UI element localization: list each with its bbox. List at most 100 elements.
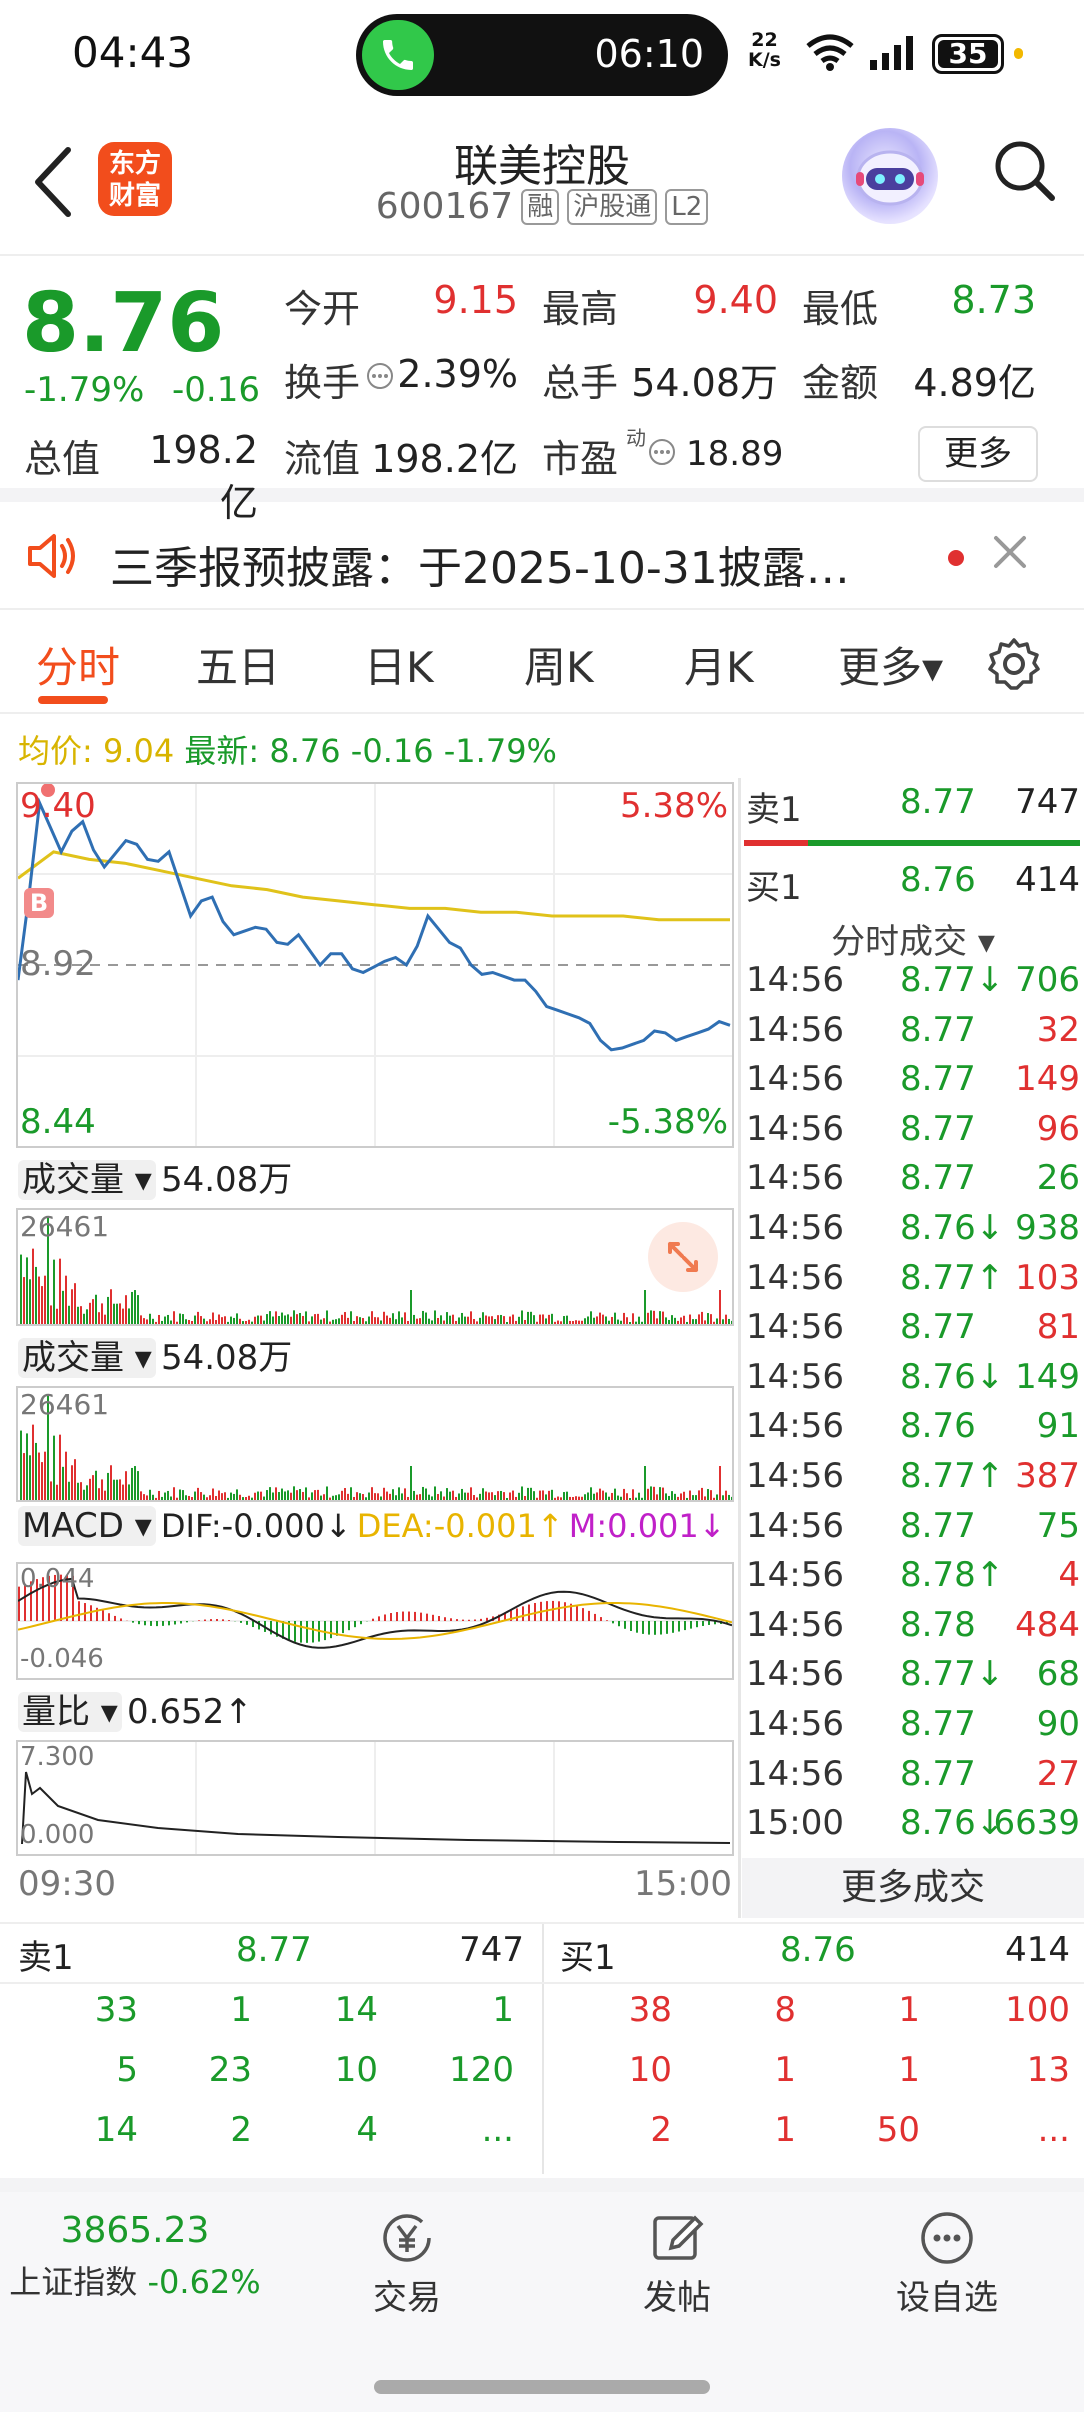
volume-bar xyxy=(431,1496,433,1500)
more-trades-button[interactable]: 更多成交 xyxy=(742,1858,1084,1918)
volume-bar xyxy=(440,1315,442,1324)
more-quote-button[interactable]: 更多 xyxy=(918,426,1038,482)
net-speed-unit: K/s xyxy=(748,49,781,71)
volume-chart[interactable]: 26461 xyxy=(16,1208,734,1326)
macd-histogram-bar xyxy=(204,1619,206,1621)
price-chart[interactable]: 9.40 8.92 8.44 5.38% -5.38% B xyxy=(16,782,734,1148)
ratio-indicator-select[interactable]: 量比 ▾ xyxy=(18,1692,122,1732)
trade-button[interactable]: 交易 xyxy=(352,2210,462,2319)
tick-volume: 32 xyxy=(1036,1009,1080,1050)
volume-bar xyxy=(395,1495,397,1500)
macd-histogram-bar xyxy=(636,1621,638,1633)
volume-bar xyxy=(128,1308,130,1324)
queue-order-cell: 1 xyxy=(492,1990,514,2030)
float-cap-label: 流值 xyxy=(284,437,361,481)
ai-assistant-avatar[interactable] xyxy=(842,128,938,224)
volume-bar xyxy=(167,1314,169,1324)
volume-bar xyxy=(134,1290,136,1324)
ob-bid-label: 买1 xyxy=(560,1938,616,1978)
volume-bar xyxy=(485,1491,487,1500)
tab-five-day[interactable]: 五日 xyxy=(196,634,280,695)
volume-bar xyxy=(590,1311,592,1324)
post-button[interactable]: 发帖 xyxy=(622,2210,732,2319)
bid1-row: 买1 8.76 414 xyxy=(742,860,1084,910)
macd-indicator-select[interactable]: MACD ▾ xyxy=(18,1506,156,1546)
more-dots-icon xyxy=(921,2212,973,2264)
volume-bar xyxy=(458,1317,460,1324)
tick-list-header[interactable]: 分时成交 ▾ xyxy=(742,914,1084,963)
ongoing-call-pill[interactable]: 06:10 xyxy=(356,14,728,96)
volume-bar xyxy=(581,1320,583,1324)
volume-bar xyxy=(626,1493,628,1500)
volume-bar xyxy=(347,1317,349,1324)
volume-bar xyxy=(80,1482,82,1500)
volume-bar xyxy=(488,1316,490,1324)
volume-bar xyxy=(107,1296,109,1324)
macd-histogram-bar xyxy=(156,1621,158,1627)
tick-volume: 387 xyxy=(1015,1456,1080,1496)
tick-volume: 91 xyxy=(1036,1406,1080,1447)
volume-bar xyxy=(374,1317,376,1324)
margin-tag: 融 xyxy=(521,188,560,225)
volume-bar xyxy=(491,1316,493,1324)
volume-bar xyxy=(263,1320,265,1324)
buy-marker[interactable]: B xyxy=(24,888,54,918)
macd-chart[interactable]: 0.044 -0.046 xyxy=(16,1562,734,1680)
tab-intraday[interactable]: 分时 xyxy=(36,634,120,695)
pe-info-icon[interactable] xyxy=(648,438,676,466)
volume-bar xyxy=(230,1316,232,1324)
index-widget[interactable]: 3865.23 上证指数 -0.62% xyxy=(0,2210,270,2303)
tick-row: 14:56 8.76 91 xyxy=(742,1406,1084,1456)
queue-order-cell: 1 xyxy=(230,1990,252,2030)
search-icon[interactable] xyxy=(990,136,1060,206)
settings-gear-icon[interactable] xyxy=(986,636,1042,692)
expand-icon[interactable] xyxy=(648,1222,718,1292)
volume-bar xyxy=(89,1302,91,1324)
volume-bar xyxy=(677,1496,679,1500)
macd-histogram-bar xyxy=(690,1621,692,1629)
network-speed: 22 K/s xyxy=(748,30,781,70)
volume-bar xyxy=(500,1490,502,1500)
index-row: 上证指数 -0.62% xyxy=(0,2257,270,2303)
macd-histogram-bar xyxy=(408,1611,410,1621)
volume-bar xyxy=(530,1311,532,1324)
tick-time: 14:56 xyxy=(746,1505,844,1546)
volume-bar xyxy=(173,1311,175,1324)
volume-bar xyxy=(65,1275,67,1324)
tab-weekly-k[interactable]: 周K xyxy=(524,634,594,695)
queue-order-cell: 38 xyxy=(628,1990,672,2030)
volume2-indicator-select[interactable]: 成交量 ▾ xyxy=(18,1338,156,1378)
tab-daily-k[interactable]: 日K xyxy=(364,634,434,695)
add-watchlist-button[interactable]: 设自选 xyxy=(882,2210,1012,2319)
queue-order-cell: 13 xyxy=(1026,2050,1070,2090)
macd-histogram-bar xyxy=(474,1619,476,1621)
notice-bar[interactable]: 三季报预披露：于2025-10-31披露… xyxy=(0,502,1084,610)
home-indicator[interactable] xyxy=(374,2380,710,2394)
volume-bar xyxy=(512,1314,514,1324)
volume-bar xyxy=(653,1310,655,1324)
close-icon[interactable] xyxy=(990,532,1030,572)
macd-histogram-bar xyxy=(246,1621,248,1625)
volume-bar xyxy=(545,1494,547,1500)
tab-monthly-k[interactable]: 月K xyxy=(684,634,754,695)
tick-row: 14:56 8.78 484 xyxy=(742,1605,1084,1655)
tick-price: 8.77↑ xyxy=(900,1257,1005,1298)
volume-bar xyxy=(23,1453,25,1500)
volume-bar xyxy=(521,1486,523,1500)
volume2-chart[interactable]: 26461 xyxy=(16,1386,734,1502)
volume-bar xyxy=(35,1266,37,1324)
volume-bar xyxy=(731,1320,733,1324)
volume-bar xyxy=(542,1314,544,1324)
volume-bar xyxy=(449,1491,451,1500)
volume-bar xyxy=(167,1490,169,1500)
volume-indicator-select[interactable]: 成交量 ▾ xyxy=(18,1160,156,1200)
tab-more[interactable]: 更多▾ xyxy=(838,634,943,695)
info-icon[interactable] xyxy=(366,362,394,390)
volume-bar xyxy=(323,1494,325,1500)
tick-row: 14:56 8.76↓ 938 xyxy=(742,1208,1084,1258)
volume-bar xyxy=(575,1320,577,1324)
macd-histogram-bar xyxy=(414,1611,416,1621)
volume-bar xyxy=(431,1320,433,1324)
ratio-chart[interactable]: 7.300 0.000 xyxy=(16,1740,734,1856)
volume-bar xyxy=(488,1492,490,1500)
